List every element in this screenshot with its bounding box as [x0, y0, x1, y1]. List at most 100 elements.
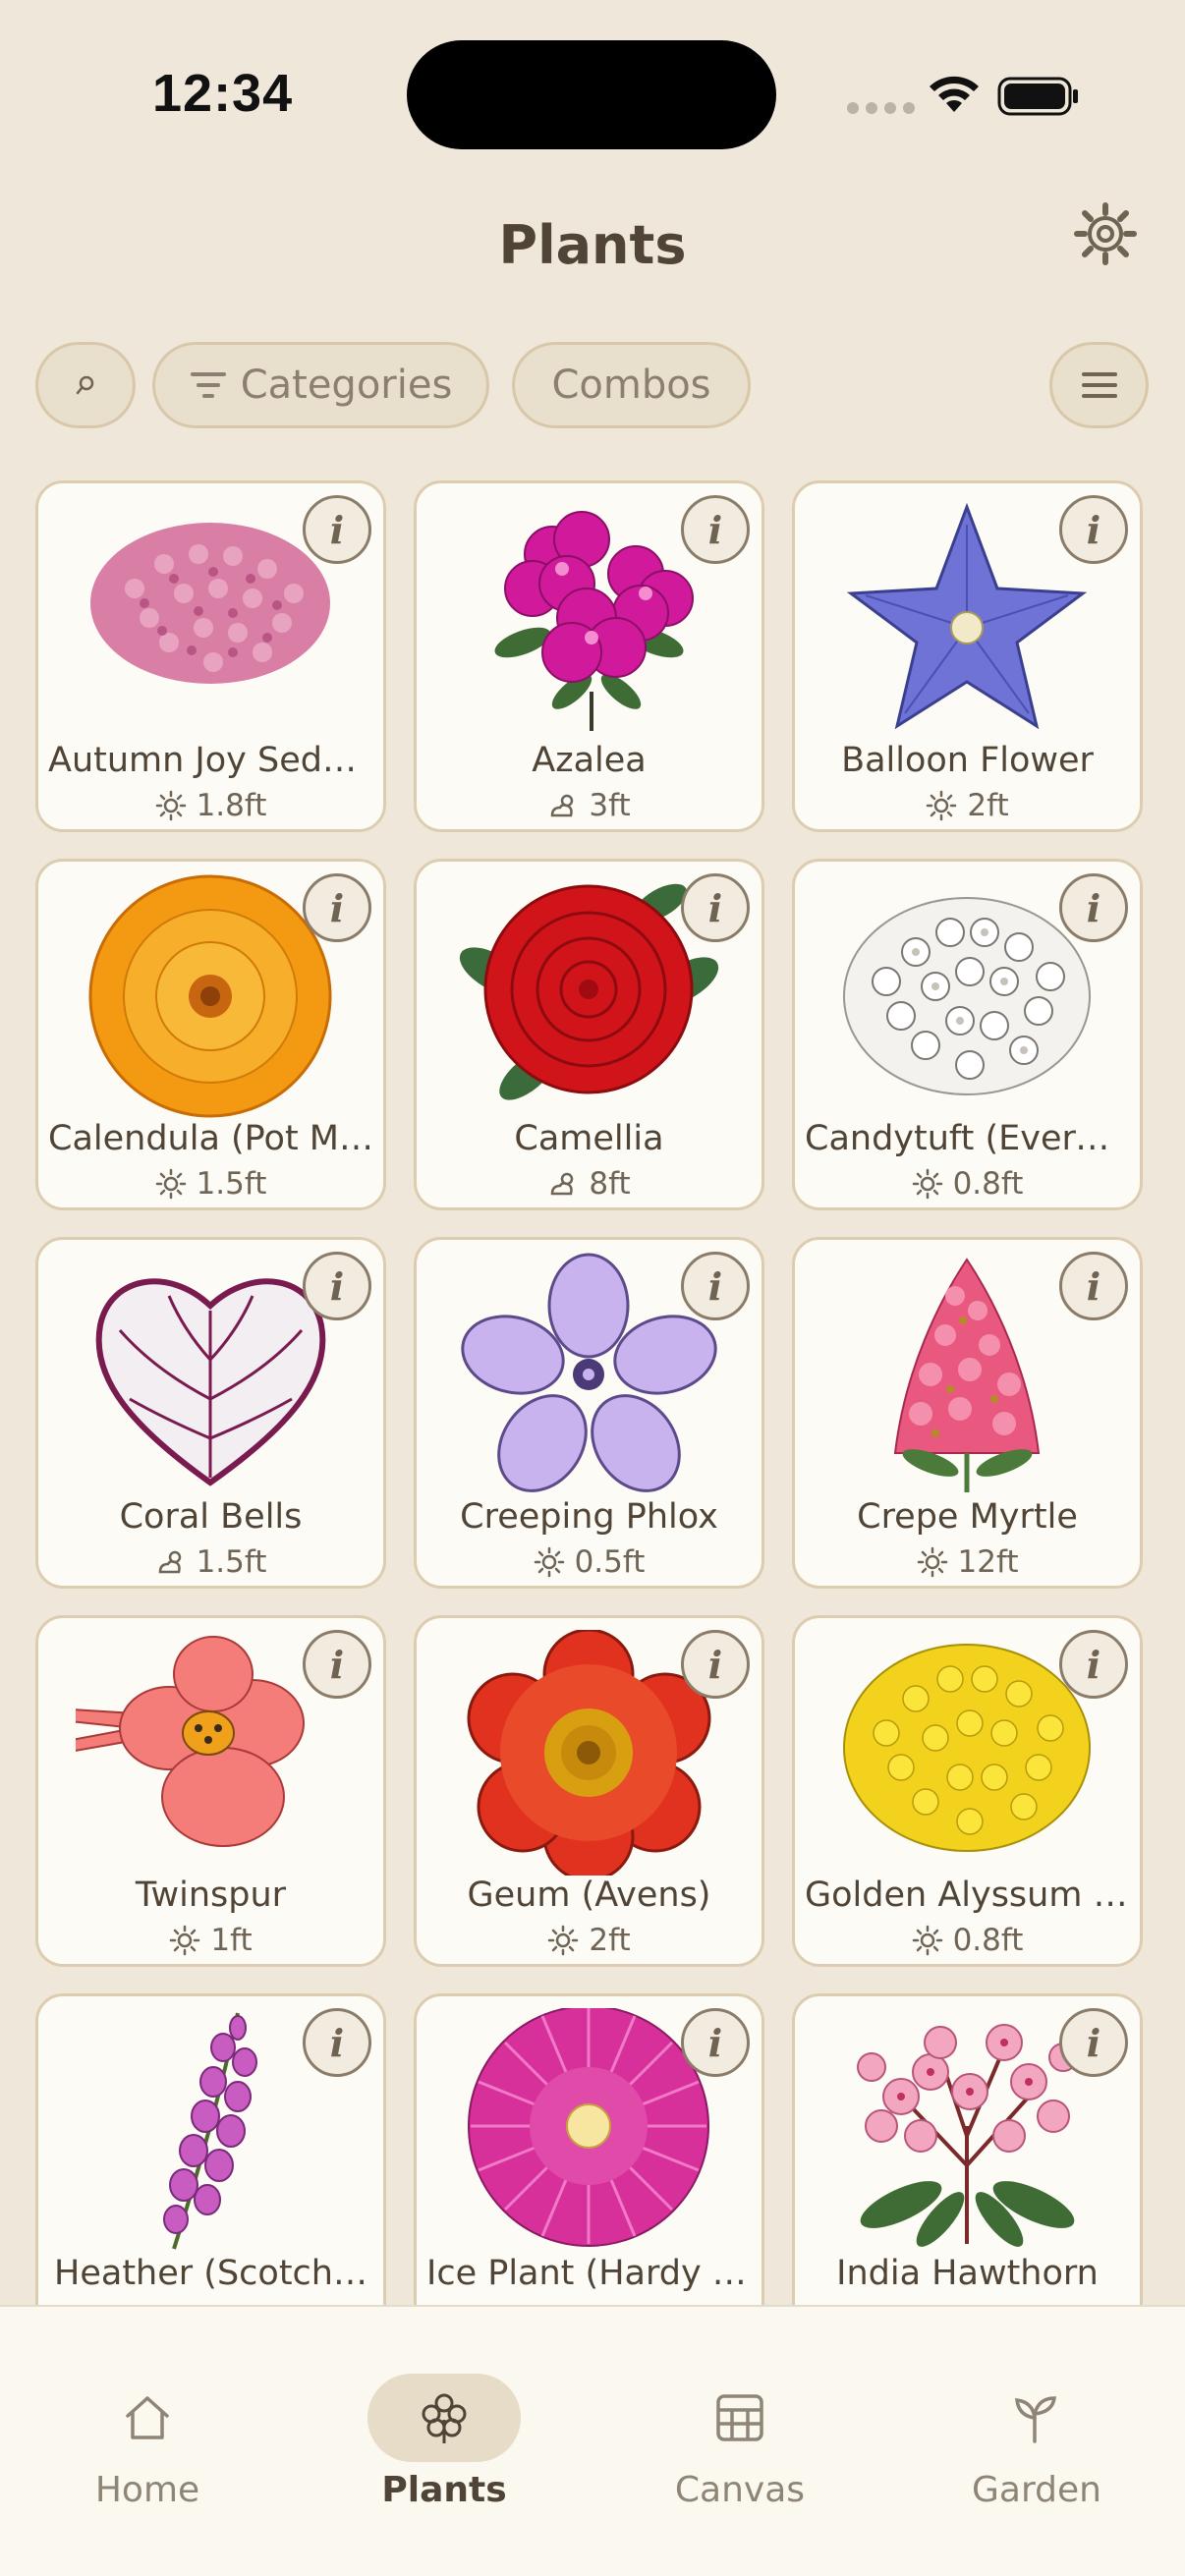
plant-card[interactable]: i Twinspur 1ft	[35, 1615, 386, 1967]
plant-meta: 1.5ft	[38, 1544, 383, 1580]
plant-meta: 2ft	[795, 788, 1140, 823]
tab-plants[interactable]: Plants	[336, 2346, 552, 2510]
clover-icon	[422, 2393, 467, 2443]
settings-gear-icon[interactable]	[1071, 199, 1140, 268]
plant-name: Calendula (Pot M…	[48, 1119, 373, 1158]
tab-label: Home	[94, 2470, 200, 2510]
plant-meta: 1.8ft	[38, 788, 383, 823]
plant-height: 1.5ft	[196, 1166, 267, 1202]
partial-shade-icon	[158, 1550, 181, 1574]
plant-meta: 0.8ft	[795, 1923, 1140, 1958]
plant-card[interactable]: i Crepe Myrtle 12ft	[792, 1237, 1143, 1589]
dynamic-island	[407, 40, 776, 149]
tab-garden[interactable]: Garden	[929, 2346, 1145, 2510]
plant-meta: 0.8ft	[795, 1166, 1140, 1202]
info-button[interactable]: i	[303, 495, 371, 564]
tab-label: Garden	[972, 2470, 1101, 2510]
plant-card[interactable]: i Geum (Avens) 2ft	[414, 1615, 764, 1967]
sun-icon	[534, 1546, 564, 1578]
menu-icon	[1081, 372, 1117, 398]
tab-home[interactable]: Home	[39, 2346, 255, 2510]
plant-height: 2ft	[967, 788, 1009, 823]
plant-card[interactable]: i Heather (Scotch…	[35, 1993, 386, 2345]
info-button[interactable]: i	[303, 2008, 371, 2077]
plant-card[interactable]: i Balloon Flower 2ft	[792, 480, 1143, 832]
search-icon	[76, 375, 94, 395]
info-button[interactable]: i	[303, 1252, 371, 1320]
plant-name: Balloon Flower	[841, 741, 1094, 780]
plant-height: 1.8ft	[196, 788, 267, 823]
info-button[interactable]: i	[681, 2008, 750, 2077]
plant-height: 8ft	[589, 1166, 631, 1202]
home-icon	[126, 2396, 169, 2439]
plant-name: Twinspur	[135, 1876, 287, 1915]
plant-height: 2ft	[589, 1923, 631, 1958]
info-button[interactable]: i	[1059, 1252, 1128, 1320]
plant-grid: i Autumn Joy Sedum 1.8ft i Azalea 3ft i …	[35, 480, 1143, 2345]
info-button[interactable]: i	[1059, 2008, 1128, 2077]
plant-meta: 0.5ft	[417, 1544, 762, 1580]
partial-shade-icon	[551, 1172, 574, 1196]
plant-name: Ice Plant (Hardy I…	[426, 2254, 752, 2293]
sun-icon	[917, 1546, 947, 1578]
tab-label: Plants	[381, 2470, 507, 2510]
sun-icon	[927, 790, 957, 821]
info-button[interactable]: i	[303, 873, 371, 942]
plant-card[interactable]: i Camellia 8ft	[414, 859, 764, 1210]
plant-meta: 3ft	[417, 788, 762, 823]
tab-label: Canvas	[674, 2470, 806, 2510]
plant-card[interactable]: i India Hawthorn	[792, 1993, 1143, 2345]
plant-name: Azalea	[532, 741, 647, 780]
plant-card[interactable]: i Autumn Joy Sedum 1.8ft	[35, 480, 386, 832]
combos-label: Combos	[551, 363, 711, 408]
categories-label: Categories	[240, 363, 453, 408]
info-button[interactable]: i	[1059, 1630, 1128, 1699]
categories-button[interactable]: Categories	[152, 342, 489, 428]
info-button[interactable]: i	[681, 873, 750, 942]
sun-icon	[548, 1925, 579, 1956]
plant-height: 0.8ft	[952, 1166, 1024, 1202]
tab-canvas[interactable]: Canvas	[632, 2346, 848, 2510]
plant-card[interactable]: i Golden Alyssum (… 0.8ft	[792, 1615, 1143, 1967]
plant-name: Crepe Myrtle	[857, 1497, 1078, 1537]
info-button[interactable]: i	[681, 1252, 750, 1320]
status-bar: 12:34	[0, 0, 1185, 196]
plant-height: 1.5ft	[196, 1544, 267, 1580]
plant-meta: 1ft	[38, 1923, 383, 1958]
info-button[interactable]: i	[681, 495, 750, 564]
partial-shade-icon	[551, 794, 574, 817]
plant-card[interactable]: i Candytuft (Evergr… 0.8ft	[792, 859, 1143, 1210]
plant-height: 0.8ft	[952, 1923, 1024, 1958]
plant-card[interactable]: i Coral Bells 1.5ft	[35, 1237, 386, 1589]
info-button[interactable]: i	[303, 1630, 371, 1699]
plant-height: 12ft	[957, 1544, 1019, 1580]
menu-button[interactable]	[1049, 342, 1149, 428]
info-button[interactable]: i	[1059, 495, 1128, 564]
tab-bar: Home Plants Canvas Garden	[0, 2305, 1185, 2576]
plant-meta: 1.5ft	[38, 1166, 383, 1202]
wifi-icon	[930, 76, 979, 112]
plant-card[interactable]: i Ice Plant (Hardy I…	[414, 1993, 764, 2345]
status-time: 12:34	[152, 64, 294, 123]
plant-height: 1ft	[210, 1923, 253, 1958]
plant-name: Autumn Joy Sedum	[48, 741, 373, 780]
filter-icon	[190, 372, 226, 398]
search-button[interactable]	[35, 342, 136, 428]
plant-name: Heather (Scotch…	[54, 2254, 367, 2293]
info-button[interactable]: i	[1059, 873, 1128, 942]
plant-name: Golden Alyssum (…	[805, 1876, 1130, 1915]
plant-name: Creeping Phlox	[460, 1497, 718, 1537]
canvas-icon	[716, 2394, 763, 2441]
plant-meta: 8ft	[417, 1166, 762, 1202]
plant-height: 3ft	[589, 788, 631, 823]
plant-card[interactable]: i Azalea 3ft	[414, 480, 764, 832]
plant-card[interactable]: i Calendula (Pot M… 1.5ft	[35, 859, 386, 1210]
sprout-icon	[1014, 2396, 1057, 2443]
canvas-icon-wrap	[663, 2374, 817, 2462]
combos-button[interactable]: Combos	[512, 342, 751, 428]
sprout-icon-wrap	[960, 2374, 1113, 2462]
plant-name: India Hawthorn	[836, 2254, 1099, 2293]
plant-card[interactable]: i Creeping Phlox 0.5ft	[414, 1237, 764, 1589]
plant-name: Candytuft (Evergr…	[805, 1119, 1130, 1158]
info-button[interactable]: i	[681, 1630, 750, 1699]
